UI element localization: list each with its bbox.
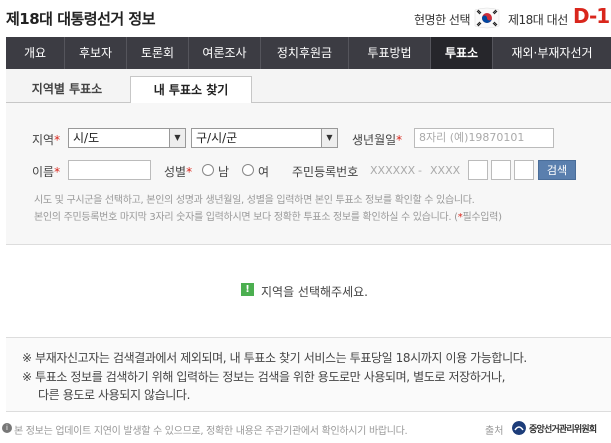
rrn-mask-front: XXXXXX [370,164,416,177]
source-name[interactable]: 중앙선거관리위원회 [529,422,597,435]
rrn-dash: - [418,164,422,177]
gender-female-radio[interactable] [242,164,254,176]
help-text-1: 시도 및 구시군을 선택하고, 본인의 성명과 생년월일, 성별을 입력하면 본… [34,195,475,206]
footer: i 본 정보는 업데이트 지연이 발생할 수 있으므로, 정확한 내용은 주관기… [0,412,611,443]
nav-item-voting-method[interactable]: 투표방법 [349,37,431,69]
site-title[interactable]: 제18대 대통령선거 정보 [6,8,156,29]
sido-select[interactable]: 시/도 ▼ [68,128,186,148]
search-form: 지역* 시/도 ▼ 구/시/군 ▼ 생년월일* 8자리 (예)19870101 이름… [6,103,611,245]
sigungu-select[interactable]: 구/시/군 ▼ [191,128,338,148]
rrn-digit-1-input[interactable] [468,160,488,180]
slogan-text: 현명한 선택 [414,13,471,27]
nav-item-debates[interactable]: 토론회 [127,37,189,69]
note-2: ※ 투표소 정보를 검색하기 위해 입력하는 정보는 검색을 위한 용도로만 사… [22,370,506,384]
nec-logo-icon [512,421,526,435]
dday-counter: D-1 [573,4,610,28]
name-label: 이름* [32,165,61,179]
birthdate-label: 생년월일* [352,133,403,147]
nav-item-candidates[interactable]: 후보자 [65,37,127,69]
name-input[interactable] [68,160,151,180]
rrn-digit-2-input[interactable] [491,160,511,180]
note-1: ※ 부재자신고자는 검색결과에서 제외되며, 내 투표소 찾기 서비스는 투표당… [22,351,527,365]
chevron-down-icon: ▼ [169,129,185,147]
tab-regional-stations[interactable]: 지역별 투표소 [6,76,128,104]
nav-item-overseas-absentee[interactable]: 재외·부재자선거 [493,37,611,69]
election-name: 제18대 대선 [508,13,568,27]
nav-item-political-donations[interactable]: 정치후원금 [261,37,349,69]
chevron-down-icon: ▼ [321,129,337,147]
gender-female-label: 여 [258,165,270,179]
taegeukgi-flag-icon [474,7,500,29]
birthdate-input[interactable]: 8자리 (예)19870101 [414,128,554,148]
note-2-continued: 다른 용도로 사용되지 않습니다. [38,388,190,402]
nav-item-overview[interactable]: 개요 [6,37,65,69]
result-message: 지역을 선택해주세요. [261,285,368,299]
region-label: 지역* [32,133,61,147]
notes-panel: ※ 부재자신고자는 검색결과에서 제외되며, 내 투표소 찾기 서비스는 투표당… [6,338,611,412]
tab-find-my-station[interactable]: 내 투표소 찾기 [130,76,252,104]
exclamation-icon: ! [241,283,254,296]
rrn-digit-3-input[interactable] [514,160,534,180]
info-icon: i [2,423,12,433]
header: 제18대 대통령선거 정보 현명한 선택 제18대 대선 D-1 [0,0,611,37]
rrn-mask-back: XXXX [430,164,461,177]
gender-male-radio[interactable] [202,164,214,176]
nav-item-polling-stations[interactable]: 투표소 [431,37,493,69]
nav-item-polls[interactable]: 여론조사 [189,37,261,69]
search-button[interactable]: 검색 [538,160,576,180]
main-nav: 개요 후보자 토론회 여론조사 정치후원금 투표방법 투표소 재외·부재자선거 [6,37,611,69]
help-text-2: 본인의 주민등록번호 마지막 3자리 숫자를 입력하시면 보다 정확한 투표소 … [34,212,502,223]
gender-label: 성별* [164,165,193,179]
source-label: 출처 [485,426,504,437]
result-panel: ! 지역을 선택해주세요. [6,245,611,338]
sub-tabs: 지역별 투표소 내 투표소 찾기 [6,69,611,104]
rrn-label: 주민등록번호 [292,165,359,179]
gender-male-label: 남 [218,165,230,179]
footer-disclaimer: 본 정보는 업데이트 지연이 발생할 수 있으므로, 정확한 내용은 주관기관에… [14,426,408,437]
